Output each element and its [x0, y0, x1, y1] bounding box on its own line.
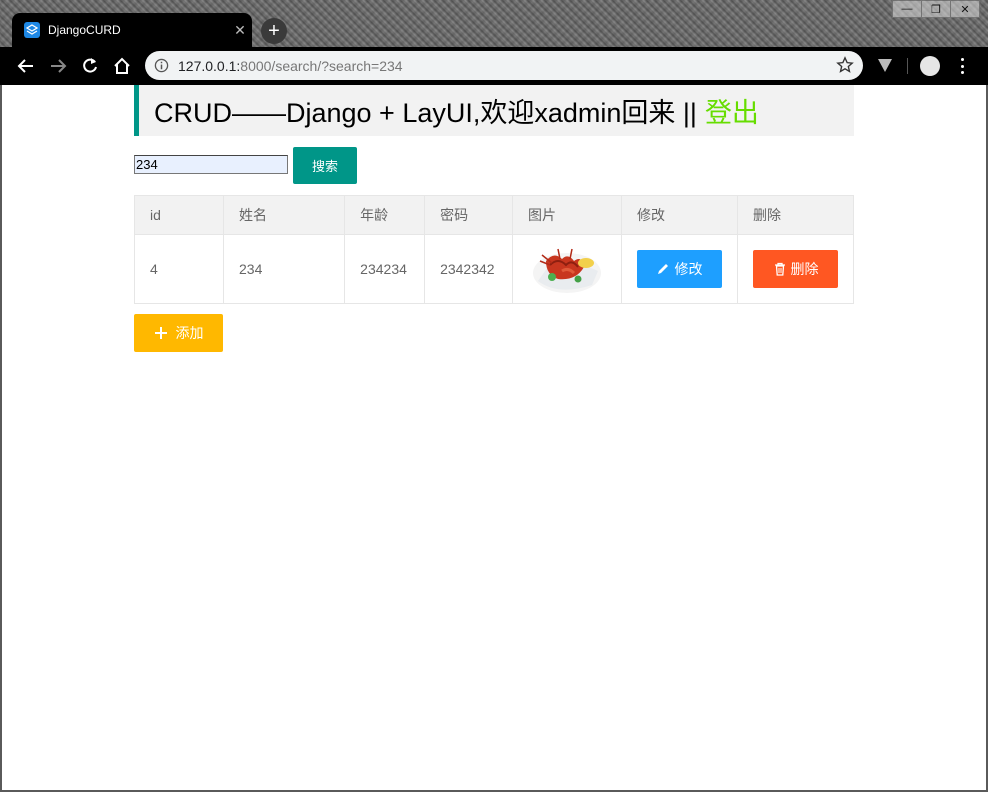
tab-title: DjangoCURD [48, 23, 121, 37]
trash-icon [774, 262, 785, 276]
data-table: id 姓名 年龄 密码 图片 修改 删除 4 234 234234 234234… [134, 195, 854, 304]
header-age: 年龄 [344, 195, 426, 235]
search-input[interactable] [134, 155, 288, 174]
table-header-row: id 姓名 年龄 密码 图片 修改 删除 [134, 195, 854, 235]
page-content: CRUD——Django + LayUI,欢迎xadmin回来 || 登出 搜索… [0, 85, 988, 792]
browser-toolbar: 127.0.0.1:8000/search/?search=234 [0, 47, 988, 85]
url-text: 127.0.0.1:8000/search/?search=234 [178, 58, 403, 74]
home-icon[interactable] [111, 55, 133, 77]
table-row: 4 234 234234 2342342 修改 删除 [134, 234, 854, 304]
banner-title: CRUD——Django + LayUI,欢迎xadmin回来 || [154, 98, 697, 128]
window-controls: — ❐ ✕ [892, 0, 980, 18]
page-banner: CRUD——Django + LayUI,欢迎xadmin回来 || 登出 [134, 85, 854, 136]
close-window-button[interactable]: ✕ [950, 0, 980, 18]
info-icon[interactable] [154, 58, 169, 73]
search-button[interactable]: 搜索 [293, 147, 357, 184]
reload-icon[interactable] [79, 55, 101, 77]
cell-edit: 修改 [620, 234, 739, 304]
new-tab-button[interactable]: + [261, 18, 287, 44]
minimize-button[interactable]: — [892, 0, 922, 18]
toolbar-divider [907, 58, 908, 74]
delete-button[interactable]: 删除 [753, 250, 838, 288]
add-button[interactable]: 添加 [134, 314, 223, 352]
crawfish-dish-image [532, 248, 601, 293]
layui-favicon-icon [24, 22, 40, 38]
edit-button-label: 修改 [674, 261, 703, 277]
header-delete: 删除 [737, 195, 854, 235]
address-bar[interactable]: 127.0.0.1:8000/search/?search=234 [145, 51, 863, 80]
browser-menu-icon[interactable] [956, 58, 968, 74]
cell-image [511, 234, 622, 304]
url-host: 127.0.0.1: [178, 58, 241, 74]
header-edit: 修改 [620, 195, 739, 235]
maximize-button[interactable]: ❐ [921, 0, 951, 18]
window-titlebar: — ❐ ✕ DjangoCURD ✕ + [0, 0, 988, 47]
cell-delete: 删除 [737, 234, 854, 304]
header-image: 图片 [511, 195, 622, 235]
plus-icon [154, 327, 167, 339]
back-icon[interactable] [15, 55, 37, 77]
cell-age: 234234 [344, 234, 426, 304]
browser-tab[interactable]: DjangoCURD ✕ [12, 13, 252, 47]
extension-icon[interactable] [876, 56, 894, 79]
pencil-icon [658, 264, 669, 274]
star-icon[interactable] [836, 56, 854, 74]
logout-link[interactable]: 登出 [705, 91, 759, 130]
tab-close-icon[interactable]: ✕ [228, 22, 252, 39]
delete-button-label: 删除 [790, 261, 819, 277]
edit-button[interactable]: 修改 [636, 250, 722, 288]
cell-id: 4 [134, 234, 224, 304]
cell-password: 2342342 [424, 234, 513, 304]
header-name: 姓名 [222, 195, 346, 235]
header-password: 密码 [424, 195, 513, 235]
add-button-label: 添加 [175, 325, 204, 341]
forward-icon[interactable] [47, 55, 69, 77]
header-id: id [134, 195, 224, 235]
url-path: 8000/search/?search=234 [240, 58, 403, 74]
profile-avatar[interactable] [920, 56, 940, 76]
cell-name: 234 [222, 234, 346, 304]
